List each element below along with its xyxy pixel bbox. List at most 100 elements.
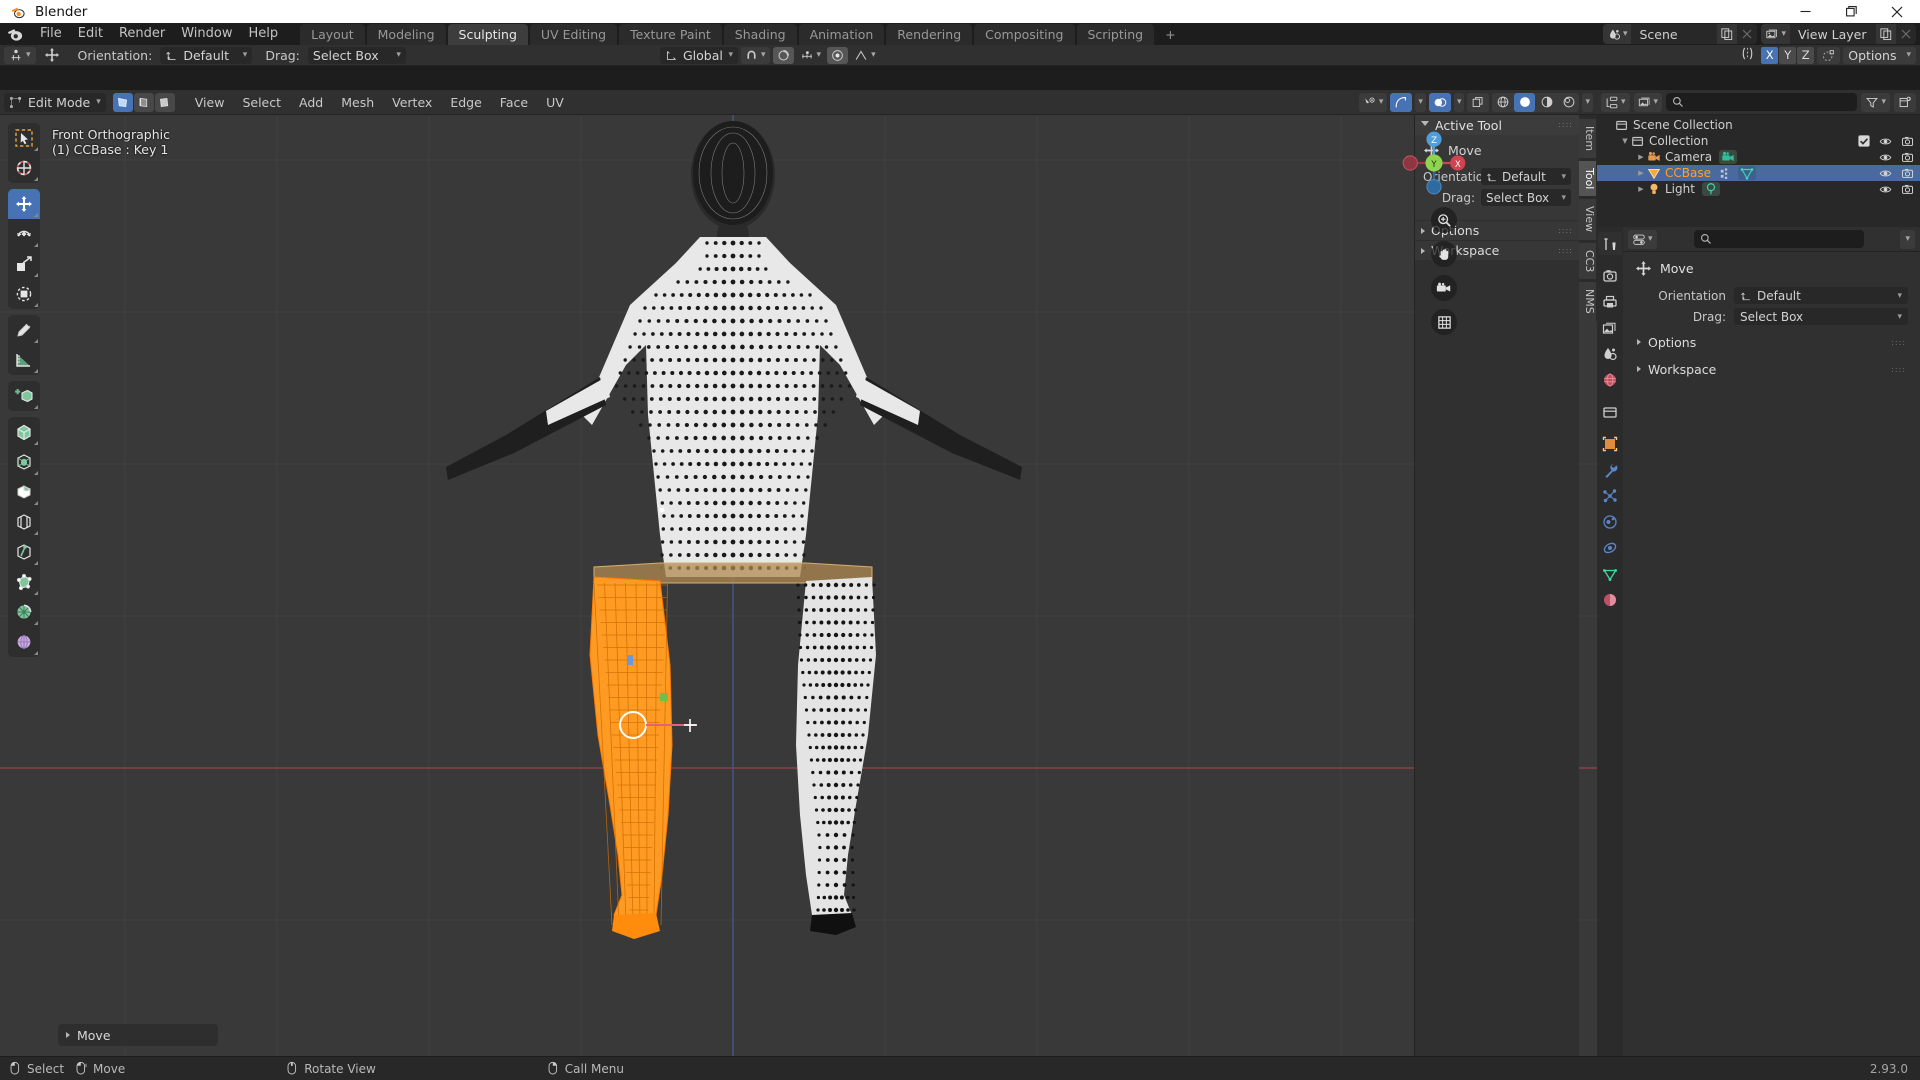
visibility-eye-icon[interactable] bbox=[1879, 135, 1892, 148]
viewport-menu-vertex[interactable]: Vertex bbox=[383, 93, 441, 112]
properties-tab-physics[interactable] bbox=[1598, 510, 1622, 533]
camera-data-icon[interactable] bbox=[1721, 150, 1735, 164]
tool-poly-build[interactable] bbox=[8, 567, 40, 597]
maximize-button[interactable] bbox=[1828, 0, 1874, 23]
gizmo-toggle[interactable] bbox=[1390, 92, 1413, 112]
properties-drag-dropdown[interactable]: Select Box ▾ bbox=[1734, 308, 1908, 325]
disclosure-triangle[interactable]: ▶ bbox=[1635, 153, 1647, 161]
tool-scale[interactable] bbox=[8, 249, 40, 279]
outliner-display-mode[interactable]: ▾ bbox=[1601, 92, 1630, 112]
render-visibility-icon[interactable] bbox=[1901, 151, 1914, 164]
menu-help[interactable]: Help bbox=[241, 23, 287, 45]
tool-cursor[interactable] bbox=[8, 153, 40, 183]
mirror-icon[interactable] bbox=[1737, 46, 1758, 65]
vertex-select-mode[interactable] bbox=[112, 92, 133, 112]
workspace-tab-compositing[interactable]: Compositing bbox=[974, 24, 1075, 45]
zoom-icon[interactable] bbox=[1431, 207, 1457, 233]
tool-measure[interactable] bbox=[8, 345, 40, 375]
tool-inset-faces[interactable] bbox=[8, 447, 40, 477]
view-layer-selector[interactable]: ▾ View Layer bbox=[1761, 24, 1916, 44]
pan-hand-icon[interactable] bbox=[1431, 241, 1457, 267]
3d-viewport[interactable]: Front Orthographic (1) CCBase : Key 1 Z … bbox=[0, 115, 1597, 1056]
properties-tab-modifiers[interactable] bbox=[1598, 458, 1622, 481]
remove-scene-button[interactable] bbox=[1737, 24, 1758, 44]
operator-panel[interactable]: Move bbox=[58, 1024, 218, 1046]
outliner-row-camera[interactable]: ▶ Camera bbox=[1597, 149, 1920, 165]
workspace-tab-modeling[interactable]: Modeling bbox=[366, 24, 446, 45]
snap-magnet-toggle[interactable]: ▾ bbox=[741, 46, 770, 64]
shading-wireframe[interactable] bbox=[1492, 93, 1513, 112]
proportional-size-dropdown[interactable]: ▾ bbox=[797, 47, 825, 64]
properties-tab-constraints[interactable] bbox=[1598, 536, 1622, 559]
workspace-tab-texture-paint[interactable]: Texture Paint bbox=[619, 24, 722, 45]
minimize-button[interactable] bbox=[1782, 0, 1828, 23]
shading-material[interactable] bbox=[1536, 93, 1557, 112]
scene-selector[interactable]: ▾ Scene bbox=[1602, 24, 1758, 44]
snapping-toggle[interactable]: ▾ bbox=[4, 46, 36, 64]
shading-rendered[interactable] bbox=[1558, 93, 1579, 112]
blender-menu-icon[interactable] bbox=[6, 25, 24, 43]
outliner-row-collection[interactable]: ▼ Collection bbox=[1597, 133, 1920, 149]
sidebar-tab-item[interactable]: Item bbox=[1579, 119, 1596, 159]
tool-rotate[interactable] bbox=[8, 219, 40, 249]
workspace-tab-animation[interactable]: Animation bbox=[798, 24, 885, 45]
properties-orientation-dropdown[interactable]: Default ▾ bbox=[1734, 287, 1908, 304]
viewport-menu-select[interactable]: Select bbox=[233, 93, 290, 112]
sidebar-tab-cc3[interactable]: CC3 bbox=[1579, 242, 1596, 279]
transform-orientation-dropdown[interactable]: Global ▾ bbox=[660, 46, 738, 64]
workspace-tab-uv-editing[interactable]: UV Editing bbox=[529, 24, 618, 45]
sidebar-tab-tool[interactable]: Tool bbox=[1579, 161, 1596, 197]
tool-knife[interactable] bbox=[8, 537, 40, 567]
visibility-dropdown[interactable]: ▾ bbox=[1358, 92, 1388, 112]
npanel-orientation-dropdown[interactable]: Default ▾ bbox=[1481, 168, 1571, 185]
workspace-tab-rendering[interactable]: Rendering bbox=[886, 24, 973, 45]
mirror-axis-z[interactable]: Z bbox=[1797, 46, 1815, 64]
viewport-menu-edge[interactable]: Edge bbox=[441, 93, 490, 112]
tool-add-cube[interactable] bbox=[8, 381, 40, 411]
xray-toggle[interactable] bbox=[1467, 92, 1490, 112]
outliner-row-ccbase[interactable]: ▶ CCBase bbox=[1597, 165, 1920, 181]
menu-window[interactable]: Window bbox=[173, 23, 240, 45]
face-select-mode[interactable] bbox=[154, 92, 175, 112]
gizmo-dropdown[interactable]: ▾ bbox=[1415, 92, 1426, 112]
outliner-row-light[interactable]: ▶ Light bbox=[1597, 181, 1920, 197]
render-visibility-icon[interactable] bbox=[1901, 183, 1914, 196]
properties-tab-scene[interactable] bbox=[1598, 342, 1622, 365]
workspace-tab--[interactable]: + bbox=[1156, 24, 1184, 45]
properties-tab-particles[interactable] bbox=[1598, 484, 1622, 507]
drag-dropdown[interactable]: Select Box ▾ bbox=[307, 46, 406, 64]
viewport-menu-uv[interactable]: UV bbox=[537, 93, 573, 112]
move-tool-icon[interactable] bbox=[39, 47, 65, 64]
properties-search-input[interactable] bbox=[1693, 230, 1864, 248]
close-button[interactable] bbox=[1874, 0, 1920, 23]
shading-dropdown[interactable]: ▾ bbox=[1582, 92, 1593, 112]
tool-tweak[interactable] bbox=[8, 123, 40, 153]
viewport-menu-mesh[interactable]: Mesh bbox=[332, 93, 383, 112]
properties-workspace-panel[interactable]: Workspace :::: bbox=[1629, 359, 1914, 379]
menu-file[interactable]: File bbox=[32, 23, 70, 45]
properties-tab-tool[interactable] bbox=[1598, 232, 1622, 255]
shading-solid[interactable] bbox=[1514, 92, 1536, 112]
overlays-toggle[interactable] bbox=[1428, 92, 1451, 112]
properties-tab-output[interactable] bbox=[1598, 290, 1622, 313]
viewport-menu-add[interactable]: Add bbox=[290, 93, 332, 112]
proportional-edit-objects-toggle[interactable] bbox=[1817, 46, 1841, 64]
properties-options-dropdown[interactable]: ▾ bbox=[1900, 229, 1915, 249]
proportional-connected-toggle[interactable] bbox=[827, 46, 849, 64]
properties-options-panel[interactable]: Options :::: bbox=[1629, 332, 1914, 352]
outliner-search-input[interactable] bbox=[1666, 93, 1858, 111]
toggle-ortho-icon[interactable] bbox=[1431, 309, 1457, 335]
navigation-gizmo[interactable]: Z X Y bbox=[1396, 125, 1472, 201]
visibility-eye-icon[interactable] bbox=[1879, 167, 1892, 180]
properties-editor-type[interactable]: ▾ bbox=[1628, 229, 1657, 249]
tool-spin[interactable] bbox=[8, 597, 40, 627]
properties-tab-material[interactable] bbox=[1598, 588, 1622, 611]
workspace-tab-sculpting[interactable]: Sculpting bbox=[447, 24, 528, 45]
overlays-dropdown[interactable]: ▾ bbox=[1453, 92, 1465, 112]
falloff-dropdown[interactable]: ▾ bbox=[851, 47, 879, 64]
tool-loop-cut[interactable] bbox=[8, 507, 40, 537]
tool-bevel[interactable] bbox=[8, 477, 40, 507]
new-scene-button[interactable] bbox=[1717, 24, 1738, 44]
properties-tab-collection[interactable] bbox=[1598, 400, 1622, 423]
disclosure-triangle[interactable]: ▶ bbox=[1635, 169, 1647, 177]
